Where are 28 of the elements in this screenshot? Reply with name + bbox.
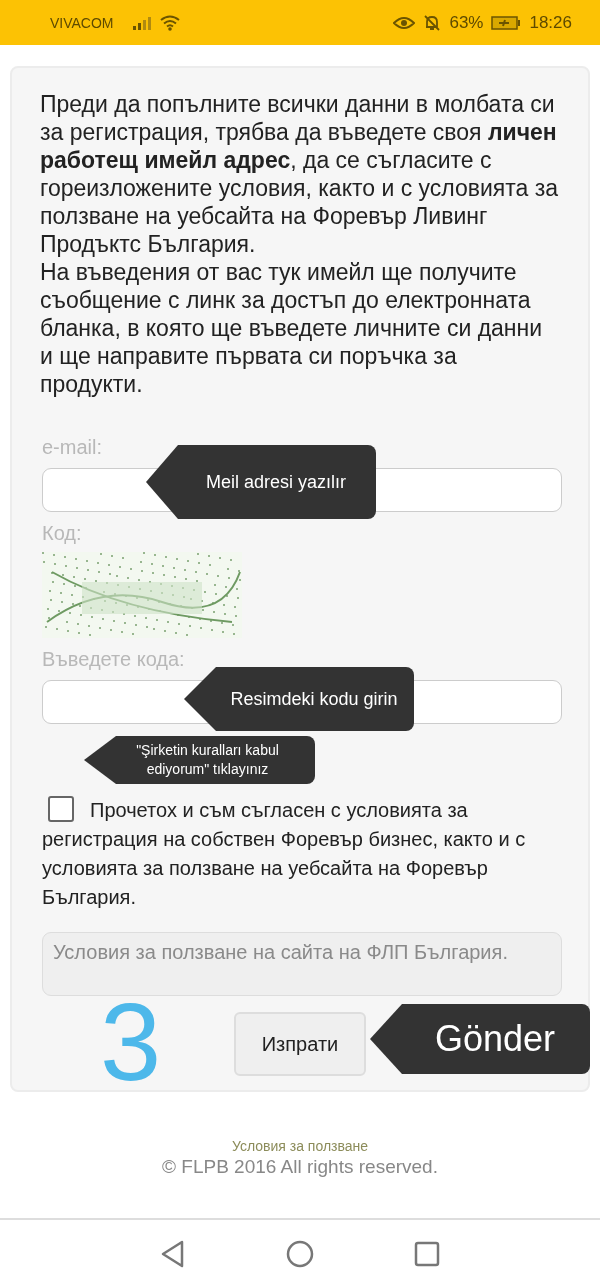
- annotation-tooltip: Resimdeki kodu girin: [184, 667, 414, 731]
- battery-icon: [491, 15, 522, 30]
- submit-button[interactable]: Изпрати: [234, 1012, 366, 1076]
- intro-paragraph: На въведения от вас тук имейл ще получите съобщение с линк за достъп до електронната бланка, в която ще въведете личните си данни и ще направите първата си поръчка за продукти.: [40, 258, 544, 398]
- field-label: Въведете кода:: [41, 647, 185, 672]
- signal-icon: [131, 15, 152, 30]
- copyright-text: © FLPB 2016 All rights reserved.: [162, 1156, 438, 1178]
- field-label: Код:: [41, 521, 82, 546]
- intro-paragraph: Преди да попълните всички данни в молбата си за регистрация, трябва да въведете своя личен работещ имейл адрес, да се съгласите с гореизложените условия, както и с условията за ползване на уебсайта на Форевър Ливинг Продъктс България.: [40, 90, 560, 258]
- terms-link[interactable]: Условия за ползване: [231, 1138, 369, 1154]
- battery-percent: 63%: [449, 12, 484, 33]
- wifi-icon: [159, 14, 180, 31]
- annotation-tooltip: Meil adresi yazılır: [146, 445, 376, 519]
- bell-off-icon: [423, 13, 442, 32]
- step-number: 3: [100, 994, 162, 1090]
- carrier-name: VIVACOM: [50, 14, 114, 31]
- terms-box[interactable]: Условия за ползване на сайта на ФЛП България.: [42, 932, 562, 996]
- agree-label: регистрация на собствен Форевър бизнес, както и с условията за ползване на уебсайта на Форевър България.: [42, 827, 527, 910]
- back-icon[interactable]: [160, 1240, 186, 1268]
- agree-label: Прочетох и съм съгласен с условията за: [90, 798, 468, 823]
- field-label: e-mail:: [41, 435, 102, 460]
- eye-icon: [393, 15, 416, 30]
- annotation-tooltip: "Şirketin kuralları kabul ediyorum" tıklayınız: [84, 736, 315, 784]
- recents-icon[interactable]: [414, 1241, 440, 1267]
- annotation-tooltip: Gönder: [370, 1004, 590, 1074]
- clock-time: 18:26: [529, 12, 572, 33]
- home-icon[interactable]: [286, 1240, 314, 1268]
- agree-checkbox[interactable]: [48, 796, 74, 822]
